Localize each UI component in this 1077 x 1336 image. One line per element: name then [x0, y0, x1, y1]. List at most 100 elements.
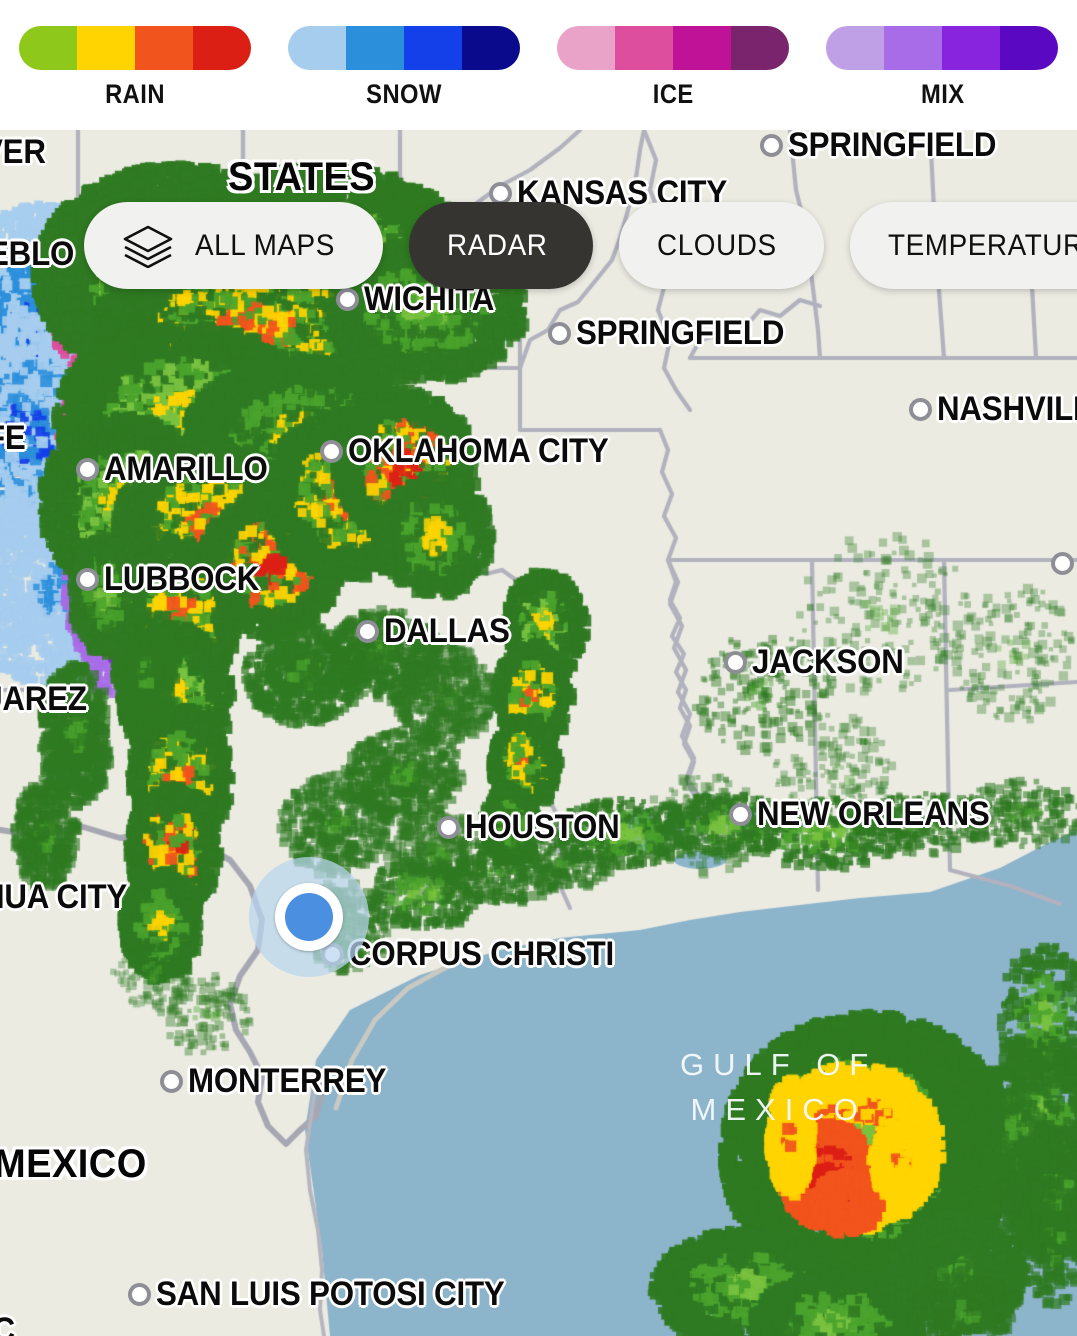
- city-dot-icon: [760, 134, 783, 157]
- city-marker[interactable]: JACKSON: [724, 643, 917, 682]
- city-marker[interactable]: SPRINGFIELD: [548, 314, 802, 353]
- radar-label: RADAR: [447, 228, 548, 262]
- radar-button[interactable]: RADAR: [409, 202, 594, 289]
- city-label: OKLAHOMA CITY: [348, 432, 609, 470]
- legend-band-ice-0: [557, 26, 616, 70]
- city-dot-icon: [128, 1283, 151, 1306]
- legend-label-snow: SNOW: [366, 79, 442, 109]
- radar-map-canvas[interactable]: [0, 130, 1077, 1336]
- city-marker[interactable]: NASHVILLE: [909, 390, 1077, 429]
- city-dot-icon: [724, 651, 747, 674]
- city-label: HUA CITY: [0, 878, 128, 916]
- city-label: JACKSON: [752, 643, 904, 681]
- city-marker[interactable]: [1051, 552, 1077, 575]
- city-marker[interactable]: DALLAS: [356, 612, 521, 651]
- legend-band-ice-2: [673, 26, 732, 70]
- clouds-button[interactable]: CLOUDS: [619, 202, 825, 289]
- city-dot-icon: [321, 943, 344, 966]
- ice-gradient: [557, 26, 790, 70]
- legend-label-rain: RAIN: [104, 79, 165, 109]
- city-dot-icon: [76, 568, 99, 591]
- city-marker[interactable]: OKLAHOMA CITY: [320, 432, 631, 471]
- city-label: MONTERREY: [188, 1062, 387, 1100]
- weather-radar-app: RAIN SNOW ICE MIX STATES MEXICO GULF OF MEXICO…: [0, 0, 1077, 1336]
- legend-band-rain-2: [134, 26, 193, 70]
- clouds-label: CLOUDS: [657, 228, 778, 262]
- legend-label-ice: ICE: [652, 79, 694, 109]
- city-label: VER: [0, 133, 46, 171]
- temperature-button[interactable]: TEMPERATURE: [850, 202, 1077, 289]
- city-marker[interactable]: EBLO: [0, 235, 82, 274]
- region-label: MEXICO: [0, 1142, 147, 1186]
- city-dot-icon: [548, 322, 571, 345]
- city-dot-icon: [160, 1070, 183, 1093]
- city-label: CORPUS CHRISTI: [349, 935, 615, 973]
- legend-band-mix-1: [884, 26, 943, 70]
- legend-band-rain-0: [18, 26, 77, 70]
- water-body-label-line1: GULF OF: [680, 1047, 878, 1082]
- city-dot-icon: [729, 803, 752, 826]
- city-marker[interactable]: LUBBOCK: [76, 560, 273, 599]
- city-label: LUBBOCK: [104, 560, 260, 598]
- legend-group-mix: MIX: [823, 26, 1061, 110]
- city-marker[interactable]: AMARILLO: [76, 450, 282, 489]
- rain-gradient: [18, 26, 251, 70]
- legend-band-mix-2: [942, 26, 1001, 70]
- city-marker[interactable]: HOUSTON: [437, 808, 633, 847]
- city-label: AMARILLO: [104, 450, 268, 488]
- city-marker[interactable]: VER: [0, 133, 51, 172]
- city-dot-icon: [336, 288, 359, 311]
- legend-band-ice-1: [615, 26, 674, 70]
- legend-band-rain-1: [76, 26, 135, 70]
- city-marker[interactable]: SAN LUIS POTOSI CITY: [128, 1275, 535, 1314]
- all-maps-button[interactable]: ALL MAPS: [84, 202, 384, 289]
- city-marker[interactable]: MONTERREY: [160, 1062, 403, 1101]
- legend-band-ice-3: [731, 26, 790, 70]
- city-marker[interactable]: SPRINGFIELD: [760, 130, 1014, 165]
- legend-band-rain-3: [192, 26, 251, 70]
- city-label: NASHVILLE: [937, 390, 1077, 428]
- city-marker[interactable]: FE: [0, 419, 29, 458]
- city-marker[interactable]: CORPUS CHRISTI: [321, 935, 637, 974]
- legend-band-snow-3: [461, 26, 520, 70]
- all-maps-label: ALL MAPS: [195, 228, 335, 262]
- legend-group-snow: SNOW: [285, 26, 523, 110]
- city-dot-icon: [76, 458, 99, 481]
- city-dot-icon: [437, 816, 460, 839]
- city-label: HOUSTON: [465, 808, 620, 846]
- legend-band-snow-1: [345, 26, 404, 70]
- legend-band-mix-3: [1000, 26, 1059, 70]
- city-label: FE: [0, 419, 26, 457]
- layers-icon: [122, 224, 174, 268]
- city-label: IC: [0, 1311, 15, 1336]
- city-label: DALLAS: [384, 612, 510, 650]
- legend-band-snow-2: [403, 26, 462, 70]
- city-label: UAREZ: [0, 680, 87, 718]
- city-label: NEW ORLEANS: [757, 795, 990, 833]
- city-label: SPRINGFIELD: [788, 130, 997, 164]
- city-dot-icon: [909, 398, 932, 421]
- city-label: SAN LUIS POTOSI CITY: [156, 1275, 505, 1313]
- legend-band-mix-0: [826, 26, 885, 70]
- city-label: SPRINGFIELD: [576, 314, 785, 352]
- radar-legend: RAIN SNOW ICE MIX: [0, 0, 1077, 130]
- legend-label-mix: MIX: [920, 79, 965, 109]
- water-body-label: GULF OF MEXICO: [680, 1043, 877, 1133]
- city-dot-icon: [356, 620, 379, 643]
- legend-group-rain: RAIN: [16, 26, 254, 110]
- city-marker[interactable]: UAREZ: [0, 680, 96, 719]
- city-dot-icon: [320, 440, 343, 463]
- mix-gradient: [826, 26, 1059, 70]
- legend-group-ice: ICE: [554, 26, 792, 110]
- city-label: EBLO: [0, 235, 75, 273]
- city-marker[interactable]: HUA CITY: [0, 878, 140, 917]
- map-viewport[interactable]: STATESMEXICOGULF OFMEXICOVERSPRINGFIELDK…: [0, 130, 1077, 1336]
- map-layer-toolbar: ALL MAPS RADAR CLOUDS TEMPERATURE: [84, 202, 1077, 289]
- legend-band-snow-0: [287, 26, 346, 70]
- city-marker[interactable]: IC: [0, 1311, 18, 1336]
- temperature-label: TEMPERATURE: [888, 228, 1077, 262]
- water-body-label-line2: MEXICO: [690, 1091, 867, 1127]
- city-marker[interactable]: NEW ORLEANS: [729, 795, 1010, 834]
- snow-gradient: [287, 26, 520, 70]
- region-label: STATES: [228, 155, 376, 199]
